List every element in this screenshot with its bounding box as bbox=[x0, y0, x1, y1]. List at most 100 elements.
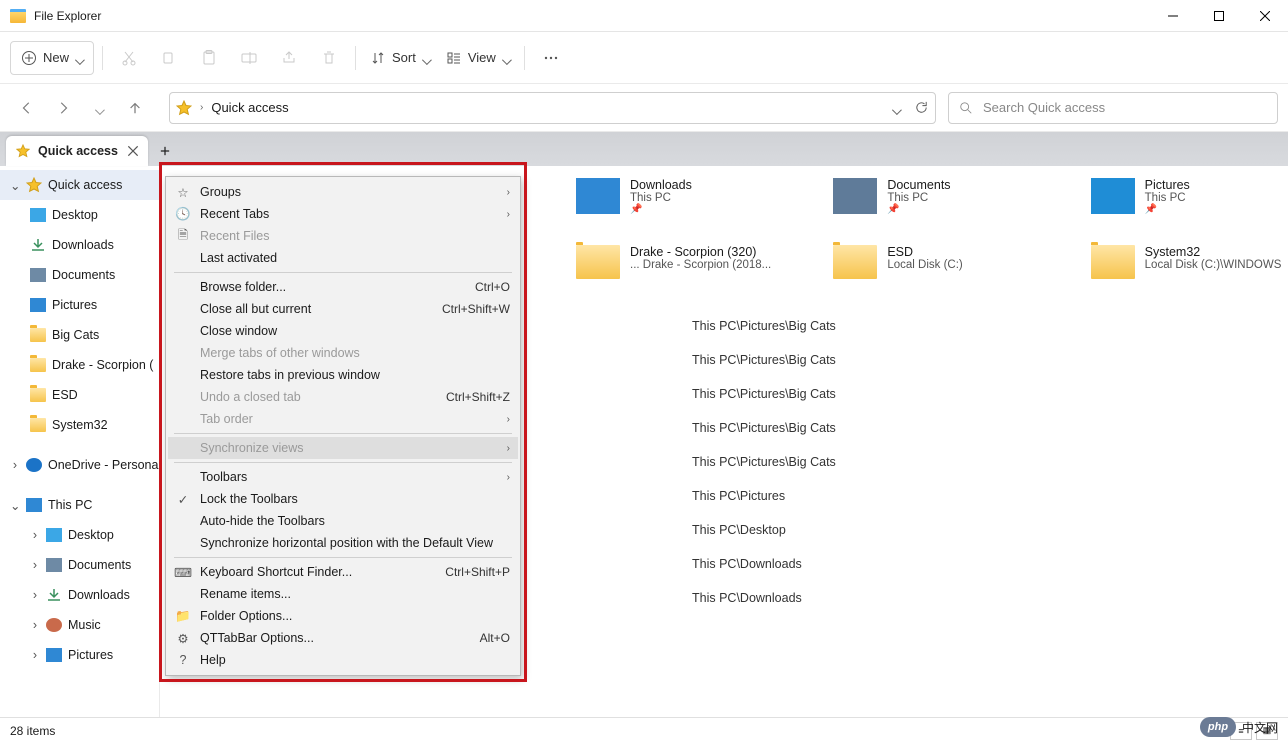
sidebar-thispc[interactable]: ⌄ This PC bbox=[0, 490, 159, 520]
menu-merge-tabs[interactable]: Merge tabs of other windows bbox=[168, 342, 518, 364]
sidebar-esd[interactable]: ESD bbox=[0, 380, 159, 410]
sidebar-pc-downloads[interactable]: ›Downloads bbox=[0, 580, 159, 610]
menu-folder-options[interactable]: 📁Folder Options... bbox=[168, 605, 518, 627]
maximize-button[interactable] bbox=[1196, 0, 1242, 32]
minimize-button[interactable] bbox=[1150, 0, 1196, 32]
folder-tile[interactable]: DownloadsThis PC📌 bbox=[576, 178, 773, 215]
menu-recent-files[interactable]: 🗎Recent Files bbox=[168, 225, 518, 247]
sidebar-system32[interactable]: System32 bbox=[0, 410, 159, 440]
sidebar-item-label: Downloads bbox=[68, 588, 130, 602]
sidebar-desktop[interactable]: Desktop bbox=[0, 200, 159, 230]
view-label: View bbox=[468, 50, 496, 65]
check-icon: ✓ bbox=[174, 492, 192, 507]
folder-tile[interactable]: ESDLocal Disk (C:) bbox=[833, 245, 1030, 279]
sidebar-item-label: System32 bbox=[52, 418, 108, 432]
desktop-icon bbox=[46, 528, 62, 542]
sort-button[interactable]: Sort bbox=[364, 40, 436, 76]
address-dropdown-icon[interactable] bbox=[892, 104, 900, 112]
new-tab-button[interactable] bbox=[154, 140, 176, 162]
star-icon bbox=[176, 100, 192, 116]
view-button[interactable]: View bbox=[440, 40, 516, 76]
menu-keyboard-shortcut-finder[interactable]: ⌨Keyboard Shortcut Finder...Ctrl+Shift+P bbox=[168, 561, 518, 583]
close-tab-icon[interactable] bbox=[126, 144, 140, 158]
chevron-right-icon: › bbox=[500, 472, 510, 483]
sidebar-pictures[interactable]: Pictures bbox=[0, 290, 159, 320]
search-box[interactable]: Search Quick access bbox=[948, 92, 1278, 124]
refresh-icon[interactable] bbox=[914, 100, 929, 115]
more-button[interactable] bbox=[533, 40, 569, 76]
menu-restore-tabs[interactable]: Restore tabs in previous window bbox=[168, 364, 518, 386]
document-icon bbox=[30, 268, 46, 282]
pc-icon bbox=[26, 498, 42, 512]
folder-tile[interactable]: Drake - Scorpion (320)... Drake - Scorpi… bbox=[576, 245, 773, 279]
sidebar-item-label: Desktop bbox=[68, 528, 114, 542]
menu-toolbars[interactable]: Toolbars› bbox=[168, 466, 518, 488]
menu-undo-closed[interactable]: Undo a closed tabCtrl+Shift+Z bbox=[168, 386, 518, 408]
chevron-down-icon bbox=[502, 54, 510, 62]
folder-icon bbox=[1091, 245, 1135, 279]
delete-button[interactable] bbox=[311, 40, 347, 76]
share-button[interactable] bbox=[271, 40, 307, 76]
app-folder-icon bbox=[10, 9, 26, 23]
sidebar-bigcats[interactable]: Big Cats bbox=[0, 320, 159, 350]
close-button[interactable] bbox=[1242, 0, 1288, 32]
chevron-right-icon: › bbox=[500, 187, 510, 198]
menu-tab-order[interactable]: Tab order› bbox=[168, 408, 518, 430]
keyboard-icon: ⌨ bbox=[174, 565, 192, 580]
chevron-down-icon[interactable]: ⌄ bbox=[10, 498, 20, 513]
sidebar-downloads[interactable]: Downloads bbox=[0, 230, 159, 260]
history-dropdown[interactable] bbox=[87, 96, 111, 120]
back-button[interactable] bbox=[15, 96, 39, 120]
sidebar-documents[interactable]: Documents bbox=[0, 260, 159, 290]
menu-browse-folder[interactable]: Browse folder...Ctrl+O bbox=[168, 276, 518, 298]
menu-last-activated[interactable]: Last activated bbox=[168, 247, 518, 269]
menu-synchronize-views[interactable]: Synchronize views› bbox=[168, 437, 518, 459]
menu-autohide-toolbars[interactable]: Auto-hide the Toolbars bbox=[168, 510, 518, 532]
watermark: php 中文网 bbox=[1200, 717, 1278, 737]
menu-lock-toolbars[interactable]: ✓Lock the Toolbars bbox=[168, 488, 518, 510]
chevron-right-icon[interactable]: › bbox=[10, 458, 20, 472]
documents-icon bbox=[833, 178, 877, 214]
address-bar[interactable]: › Quick access bbox=[169, 92, 936, 124]
chevron-right-icon: › bbox=[500, 414, 510, 425]
new-label: New bbox=[43, 50, 69, 65]
pin-icon: 📌 bbox=[630, 204, 692, 215]
rename-button[interactable] bbox=[231, 40, 267, 76]
folder-tile[interactable]: System32Local Disk (C:)\WINDOWS bbox=[1091, 245, 1288, 279]
copy-button[interactable] bbox=[151, 40, 187, 76]
sidebar-pc-pictures[interactable]: ›Pictures bbox=[0, 640, 159, 670]
folder-tile[interactable]: PicturesThis PC📌 bbox=[1091, 178, 1288, 215]
folder-tile[interactable]: DocumentsThis PC📌 bbox=[833, 178, 1030, 215]
nav-row: › Quick access Search Quick access bbox=[0, 84, 1288, 132]
search-placeholder: Search Quick access bbox=[983, 100, 1105, 115]
command-toolbar: New Sort View bbox=[0, 32, 1288, 84]
menu-close-window[interactable]: Close window bbox=[168, 320, 518, 342]
menu-groups[interactable]: ☆Groups› bbox=[168, 181, 518, 203]
menu-rename-items[interactable]: Rename items... bbox=[168, 583, 518, 605]
cut-button[interactable] bbox=[111, 40, 147, 76]
sidebar-pc-desktop[interactable]: ›Desktop bbox=[0, 520, 159, 550]
forward-button[interactable] bbox=[51, 96, 75, 120]
sidebar-onedrive[interactable]: ›OneDrive - Persona bbox=[0, 450, 159, 480]
new-button[interactable]: New bbox=[10, 41, 94, 75]
sidebar-pc-documents[interactable]: ›Documents bbox=[0, 550, 159, 580]
status-bar: 28 items ≡ ▦ bbox=[0, 717, 1288, 743]
menu-help[interactable]: ?Help bbox=[168, 649, 518, 671]
sidebar-drake[interactable]: Drake - Scorpion ( bbox=[0, 350, 159, 380]
sort-label: Sort bbox=[392, 50, 416, 65]
clock-icon: 🕓 bbox=[174, 207, 192, 222]
menu-sync-horizontal[interactable]: Synchronize horizontal position with the… bbox=[168, 532, 518, 554]
paste-button[interactable] bbox=[191, 40, 227, 76]
menu-qttabbar-options[interactable]: ⚙QTTabBar Options...Alt+O bbox=[168, 627, 518, 649]
sidebar-item-label: This PC bbox=[48, 498, 92, 512]
sidebar-pc-music[interactable]: ›Music bbox=[0, 610, 159, 640]
menu-recent-tabs[interactable]: 🕓Recent Tabs› bbox=[168, 203, 518, 225]
chevron-down-icon[interactable]: ⌄ bbox=[10, 178, 20, 193]
tab-quick-access[interactable]: Quick access bbox=[6, 136, 148, 166]
menu-close-all-but-current[interactable]: Close all but currentCtrl+Shift+W bbox=[168, 298, 518, 320]
php-logo: php bbox=[1200, 717, 1236, 737]
up-button[interactable] bbox=[123, 96, 147, 120]
nav-sidebar: ⌄ Quick access Desktop Downloads Documen… bbox=[0, 166, 160, 717]
sidebar-quick-access[interactable]: ⌄ Quick access bbox=[0, 170, 159, 200]
breadcrumb[interactable]: Quick access bbox=[211, 100, 288, 115]
